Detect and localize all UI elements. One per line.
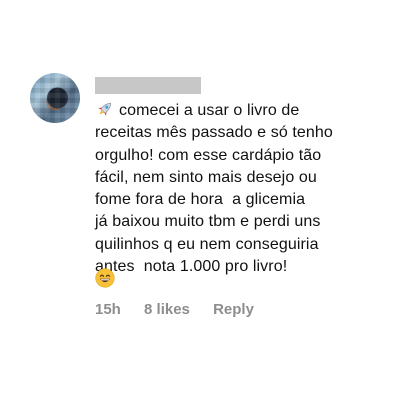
comment-body: comecei a usar o livro de receitas mês p…: [95, 100, 385, 278]
comment-timestamp: 15h: [95, 301, 121, 318]
comment-text: comecei a usar o livro de receitas mês p…: [95, 102, 333, 276]
grinning-face-icon: [95, 268, 115, 288]
reply-button[interactable]: Reply: [213, 301, 254, 318]
comment-meta: 15h 8 likes Reply: [95, 301, 254, 318]
likes-count[interactable]: 8 likes: [144, 301, 190, 318]
avatar[interactable]: [30, 73, 80, 123]
avatar-pixelation: [30, 73, 80, 123]
comment-item: comecei a usar o livro de receitas mês p…: [0, 0, 400, 400]
rocket-icon: [98, 103, 111, 116]
redacted-username: [95, 77, 201, 94]
